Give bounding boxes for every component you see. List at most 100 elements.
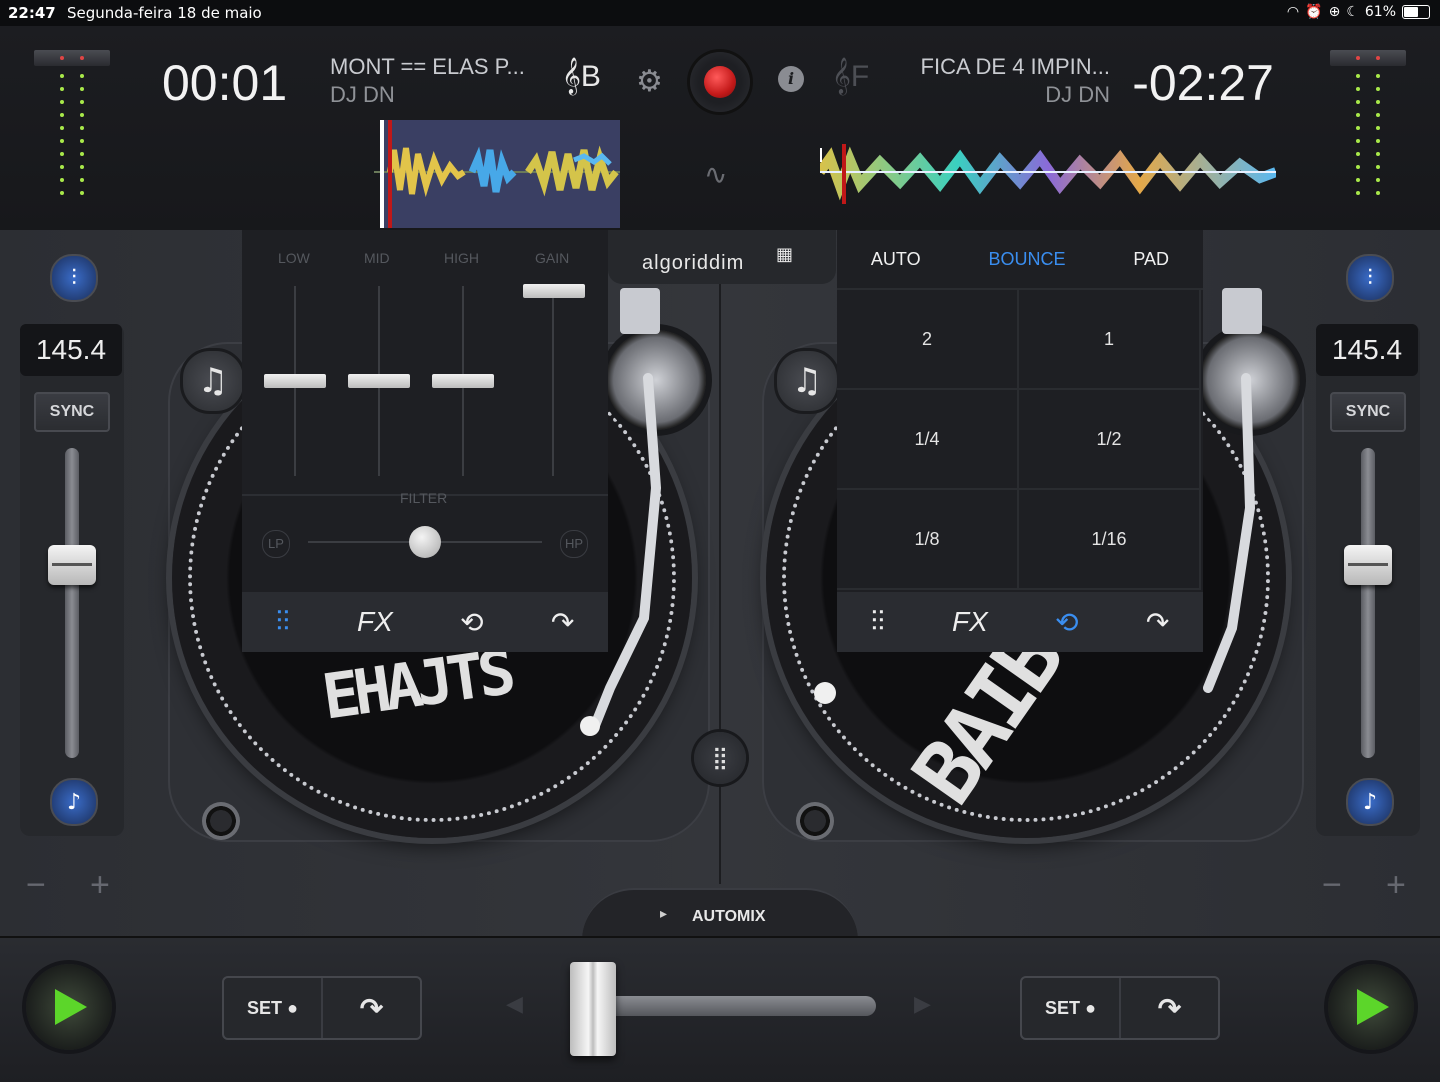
waveform-toggle-icon[interactable]: ∿ xyxy=(704,158,727,191)
automix-button[interactable]: ▸ AUTOMIX xyxy=(582,888,858,940)
deck-a-bpm[interactable]: 145.4 xyxy=(20,324,122,376)
loop-cell[interactable]: 1/16 xyxy=(1019,490,1201,590)
alarm-icon: ⏰ xyxy=(1305,4,1323,20)
jump-icon[interactable]: ↷ xyxy=(551,606,574,639)
loop-icon[interactable]: ⟲ xyxy=(460,606,483,639)
play-icon xyxy=(55,989,87,1025)
jump-icon: ↷ xyxy=(1157,992,1182,1024)
filter-lp-label: LP xyxy=(262,530,290,558)
deck-a-play-button[interactable] xyxy=(26,964,112,1050)
battery-icon xyxy=(1402,5,1430,19)
deck-b-waveform[interactable] xyxy=(820,120,1276,228)
clef-icon: 𝄞 xyxy=(562,56,581,94)
deck-b-remaining-time: -02:27 xyxy=(1132,55,1274,111)
deck-b-waveform-graph xyxy=(820,144,1276,204)
lock-rotation-icon: ⊕ xyxy=(1328,4,1341,20)
loop-cell[interactable]: 1 xyxy=(1019,290,1201,390)
deck-a-waveform[interactable] xyxy=(144,120,620,228)
loop-cell[interactable]: 1/8 xyxy=(837,490,1019,590)
eq-low-label: LOW xyxy=(278,250,310,266)
loop-cell[interactable]: 1/4 xyxy=(837,390,1019,490)
deck-a-pitch-track[interactable] xyxy=(65,448,79,758)
filter-knob[interactable] xyxy=(409,526,441,558)
deck-b-cue-group: SET ● ↷ xyxy=(1020,976,1220,1040)
vu-meter-right xyxy=(1330,50,1406,208)
deck-a-key[interactable]: 𝄞B xyxy=(562,56,601,95)
fx-tab[interactable]: FX xyxy=(357,606,393,638)
crossfader-right-arrow[interactable]: ▶ xyxy=(914,992,931,1017)
fx-tab[interactable]: FX xyxy=(952,606,988,638)
deck-a-track-artist: DJ DN xyxy=(330,82,395,107)
deck-b-scratch-knob[interactable] xyxy=(796,802,834,840)
deck-a-cue-group: SET ● ↷ xyxy=(222,976,422,1040)
crossfader-knob[interactable] xyxy=(570,962,616,1056)
deck-a-set-cue-button[interactable]: SET ● xyxy=(224,978,323,1038)
loop-tab-bounce[interactable]: BOUNCE xyxy=(988,249,1065,270)
play-icon xyxy=(1357,989,1389,1025)
record-icon xyxy=(704,66,736,98)
deck-a-pitch-plus[interactable]: + xyxy=(90,866,110,905)
info-icon[interactable]: i xyxy=(778,66,804,92)
loop-cell[interactable]: 2 xyxy=(837,290,1019,390)
deck-b-bpm[interactable]: 145.4 xyxy=(1316,324,1418,376)
loop-icon[interactable]: ⟲ xyxy=(1055,606,1078,639)
deck-a-waveform-graph xyxy=(374,120,620,228)
loop-tab-auto[interactable]: AUTO xyxy=(871,249,921,270)
deck-b-mixer-button[interactable]: ⫶ xyxy=(1346,254,1394,302)
loop-tab-pad[interactable]: PAD xyxy=(1133,249,1169,270)
deck-b-key[interactable]: 𝄞F xyxy=(832,56,869,95)
deck-a-sync-button[interactable]: SYNC xyxy=(34,392,110,432)
deck-a-add-track-button[interactable]: ♫ xyxy=(180,348,246,414)
grid-icon[interactable]: ⣿ xyxy=(694,732,746,784)
deck-b-sync-button[interactable]: SYNC xyxy=(1330,392,1406,432)
deck-a-jump-cue-button[interactable]: ↷ xyxy=(323,978,420,1038)
music-note-icon: ♫ xyxy=(197,361,229,401)
wifi-icon: ◠ xyxy=(1286,4,1300,20)
deck-a-elapsed-time: 00:01 xyxy=(162,55,288,111)
deck-b-pitch-minus[interactable]: − xyxy=(1322,866,1342,905)
sliders-icon: ⫶ xyxy=(1367,265,1373,291)
deck-b-needle-marker xyxy=(814,682,836,704)
deck-b-pitch-slider[interactable] xyxy=(1344,544,1392,585)
top-bar: 00:01 MONT == ELAS P... DJ DN 𝄞B ⚙ i 𝄞F … xyxy=(0,26,1440,232)
deck-a-scratch-knob[interactable] xyxy=(202,802,240,840)
gear-icon[interactable]: ⚙ xyxy=(636,64,663,99)
eq-gain-slider[interactable] xyxy=(523,284,585,298)
deck-b-jump-cue-button[interactable]: ↷ xyxy=(1121,978,1218,1038)
crossfader-left-arrow[interactable]: ◀ xyxy=(506,992,523,1017)
eq-low-slider[interactable] xyxy=(264,374,326,388)
deck-b-set-cue-button[interactable]: SET ● xyxy=(1022,978,1121,1038)
eq-high-slider[interactable] xyxy=(432,374,494,388)
music-note-icon: ♫ xyxy=(791,361,823,401)
center-divider xyxy=(719,284,721,884)
sliders-icon[interactable]: ⫶⫶ xyxy=(276,606,290,639)
deck-b-key-lock-button[interactable]: ♪ xyxy=(1346,778,1394,826)
deck-b-pitch-track[interactable] xyxy=(1361,448,1375,758)
eq-mid-label: MID xyxy=(364,250,390,266)
deck-b-add-track-button[interactable]: ♫ xyxy=(774,348,840,414)
filter-hp-label: HP xyxy=(560,530,588,558)
deck-a-pitch-slider[interactable] xyxy=(48,544,96,585)
sliders-icon: ⫶ xyxy=(71,265,77,291)
deck-a-pitch-minus[interactable]: − xyxy=(26,866,46,905)
record-button[interactable] xyxy=(690,52,750,112)
eq-mid-slider[interactable] xyxy=(348,374,410,388)
loop-cell[interactable]: 1/2 xyxy=(1019,390,1201,490)
deck-b-track-title[interactable]: FICA DE 4 IMPIN... xyxy=(921,54,1110,80)
crossfader-track[interactable] xyxy=(600,996,876,1016)
moon-icon: ☾ xyxy=(1346,4,1359,20)
loop-mode-tabs: AUTO BOUNCE PAD xyxy=(837,230,1203,290)
deck-b-panel-tabs: ⫶⫶ FX ⟲ ↷ xyxy=(837,592,1203,652)
sliders-icon[interactable]: ⫶⫶ xyxy=(871,606,885,639)
eq-gain-track xyxy=(552,286,554,476)
deck-b-play-button[interactable] xyxy=(1328,964,1414,1050)
jump-icon: ↷ xyxy=(359,992,384,1024)
deck-a-mixer-button[interactable]: ⫶ xyxy=(50,254,98,302)
deck-a-track-title[interactable]: MONT == ELAS P... xyxy=(330,54,525,80)
jump-icon[interactable]: ↷ xyxy=(1146,606,1169,639)
deck-b-pitch-plus[interactable]: + xyxy=(1386,866,1406,905)
deck-a-panel-tabs: ⫶⫶ FX ⟲ ↷ xyxy=(242,592,608,652)
status-bar: 22:47 Segunda-feira 18 de maio ◠ ⏰ ⊕ ☾ 6… xyxy=(0,0,1440,26)
status-icons: ◠ ⏰ ⊕ ☾ 61% xyxy=(1287,4,1430,20)
deck-a-key-lock-button[interactable]: ♪ xyxy=(50,778,98,826)
